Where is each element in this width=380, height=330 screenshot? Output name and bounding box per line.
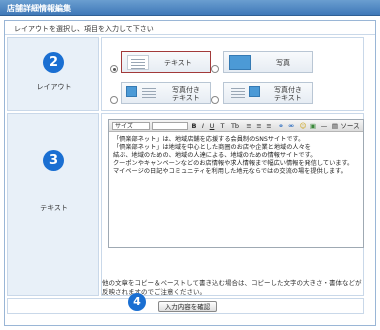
layout-option-photo-text-left[interactable]: 写真付き テキスト bbox=[108, 78, 214, 108]
font-size-select[interactable]: サイズ bbox=[112, 122, 150, 130]
layout-radio-text[interactable] bbox=[110, 65, 118, 73]
source-icon[interactable]: ▤ bbox=[331, 122, 339, 130]
horizontal-rule-icon[interactable]: — bbox=[320, 122, 328, 130]
layout-card-photo[interactable]: 写真 bbox=[223, 51, 313, 73]
confirm-input-button[interactable]: 入力内容を確認 bbox=[158, 301, 217, 312]
step-2-badge: 2 bbox=[43, 52, 64, 73]
layout-caption-text: テキスト bbox=[164, 59, 192, 67]
rich-text-editor[interactable]: サイズ B I U T Tb ≡ ≡ ≡ ⚭ ⚮ ☺ ▣ — ▤ ソース 「倶楽… bbox=[108, 119, 364, 248]
bold-button[interactable]: B bbox=[190, 122, 198, 130]
layout-caption-photo-text-right-2: テキスト bbox=[274, 94, 302, 102]
layout-option-text[interactable]: テキスト bbox=[108, 43, 214, 73]
unlink-icon[interactable]: ⚮ bbox=[287, 122, 295, 130]
image-icon[interactable]: ▣ bbox=[309, 122, 317, 130]
layout-caption-photo-text-right-1: 写真付き bbox=[274, 86, 302, 94]
layout-caption-photo-text-left-2: テキスト bbox=[172, 94, 200, 102]
step-4-badge: 4 bbox=[128, 293, 146, 311]
photo-thumb-icon bbox=[229, 55, 251, 70]
align-left-icon[interactable]: ≡ bbox=[245, 122, 253, 130]
header-bar: 店舗詳細情報編集 bbox=[0, 0, 380, 16]
source-button[interactable]: ソース bbox=[339, 122, 361, 130]
text-color-button[interactable]: T bbox=[218, 122, 227, 130]
italic-button[interactable]: I bbox=[199, 122, 207, 130]
editor-line: 「倶楽部ネット」は地域を中心とした商圏のお店や企業と地域の人々を bbox=[113, 144, 311, 152]
editor-toolbar: サイズ B I U T Tb ≡ ≡ ≡ ⚭ ⚮ ☺ ▣ — ▤ ソース bbox=[109, 120, 363, 132]
step-3-badge: 3 bbox=[43, 150, 64, 171]
font-family-select[interactable] bbox=[152, 122, 188, 130]
layout-caption-photo-text-left-1: 写真付き bbox=[172, 86, 200, 94]
layout-radio-photo[interactable] bbox=[211, 65, 219, 73]
editor-line: マイページの日記やコミュニティを利用した地元ならではの交流の場を提供します。 bbox=[113, 168, 347, 176]
emoji-icon[interactable]: ☺ bbox=[299, 122, 307, 130]
photo-small-icon bbox=[126, 86, 137, 97]
bg-color-button[interactable]: Tb bbox=[229, 122, 241, 130]
editor-content[interactable]: 「倶楽部ネット」は、地域店舗を応援する会員制のSNSサイトです。 「倶楽部ネット… bbox=[113, 136, 359, 176]
layout-caption-photo: 写真 bbox=[276, 59, 290, 67]
layout-radio-photo-text-right[interactable] bbox=[211, 96, 219, 104]
instruction-text: レイアウトを選択し、項目を入力して下さい bbox=[5, 21, 375, 35]
link-icon[interactable]: ⚭ bbox=[277, 122, 285, 130]
layout-card-photo-text-right[interactable]: 写真付き テキスト bbox=[223, 82, 313, 104]
photo-small-icon bbox=[249, 86, 260, 97]
confirm-row: 4 入力内容を確認 bbox=[7, 293, 364, 314]
layout-label-cell: 2 レイアウト bbox=[7, 37, 99, 111]
align-right-icon[interactable]: ≡ bbox=[265, 122, 273, 130]
underline-button[interactable]: U bbox=[208, 122, 216, 130]
page-title: 店舗詳細情報編集 bbox=[7, 4, 71, 13]
align-center-icon[interactable]: ≡ bbox=[255, 122, 263, 130]
text-label-cell: 3 テキスト bbox=[7, 113, 99, 296]
layout-option-photo-text-right[interactable]: 写真付き テキスト bbox=[211, 78, 316, 108]
layout-radio-photo-text-left[interactable] bbox=[110, 96, 118, 104]
text-label: テキスト bbox=[40, 204, 68, 212]
layout-card-text[interactable]: テキスト bbox=[121, 51, 211, 73]
layout-card-photo-text-left[interactable]: 写真付き テキスト bbox=[121, 82, 211, 104]
text-lines-icon bbox=[139, 86, 159, 101]
layout-label: レイアウト bbox=[36, 83, 72, 91]
text-thumb-icon bbox=[127, 55, 149, 70]
layout-option-photo[interactable]: 写真 bbox=[211, 43, 316, 73]
text-lines-icon bbox=[228, 86, 248, 101]
editor-line: 「倶楽部ネット」は、地域店舗を応援する会員制のSNSサイトです。 bbox=[113, 136, 305, 143]
layout-options-cell: テキスト 写真 写真付き テキスト 写真付き テキスト bbox=[101, 37, 364, 111]
